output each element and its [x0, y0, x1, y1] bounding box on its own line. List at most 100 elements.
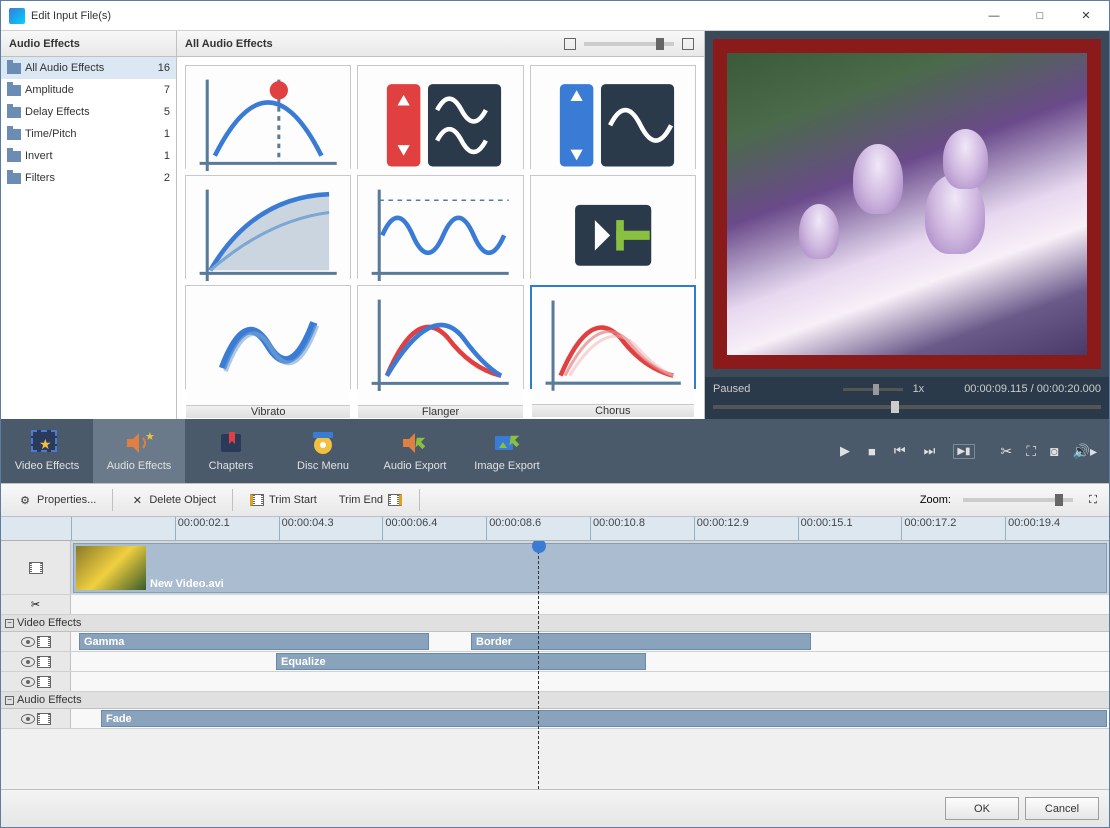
- effect-amplify[interactable]: Amplify: [185, 65, 351, 169]
- tab-label: Video Effects: [15, 460, 79, 472]
- trim-start-button[interactable]: Trim Start: [241, 488, 325, 512]
- effects-header-label: All Audio Effects: [185, 38, 273, 50]
- main-toolbar: ★ Video Effects ★ Audio Effects Chapters…: [1, 419, 1109, 483]
- flanger-thumb: [358, 286, 522, 405]
- title-bar: Edit Input File(s) ― □ ✕: [1, 1, 1109, 31]
- view-small-icon[interactable]: [564, 38, 576, 50]
- seek-bar[interactable]: [705, 401, 1109, 419]
- ok-button[interactable]: OK: [945, 797, 1019, 820]
- volume-button[interactable]: 🔊▸: [1073, 443, 1097, 460]
- effect-vibrato[interactable]: Vibrato: [185, 285, 351, 389]
- folder-icon: [7, 63, 21, 74]
- track-area: New Video.avi ✂ −Video Effects Gamma Bor…: [1, 541, 1109, 789]
- video-track-head: [1, 541, 71, 594]
- speed-slider[interactable]: [843, 388, 903, 391]
- effect-normalize[interactable]: Normalize: [357, 175, 523, 279]
- loop-button[interactable]: ▶▮: [953, 444, 974, 459]
- fx-track-head: [1, 709, 71, 728]
- effect-track[interactable]: Gamma Border: [71, 632, 1109, 651]
- dialog-footer: OK Cancel: [1, 789, 1109, 827]
- gamma-clip[interactable]: Gamma: [79, 633, 429, 650]
- category-delay-effects[interactable]: Delay Effects 5: [1, 101, 176, 123]
- tab-video-effects[interactable]: ★ Video Effects: [1, 419, 93, 483]
- eye-icon[interactable]: [21, 657, 35, 667]
- eye-icon[interactable]: [21, 637, 35, 647]
- play-button[interactable]: ▶: [840, 443, 850, 459]
- tab-audio-export[interactable]: Audio Export: [369, 419, 461, 483]
- category-filters[interactable]: Filters 2: [1, 167, 176, 189]
- maximize-button[interactable]: □: [1017, 1, 1063, 31]
- fade-thumb: [186, 176, 350, 295]
- preview-video[interactable]: [713, 39, 1101, 369]
- cut-track[interactable]: [71, 595, 1109, 614]
- folder-icon: [7, 85, 21, 96]
- tab-chapters[interactable]: Chapters: [185, 419, 277, 483]
- eye-icon[interactable]: [21, 677, 35, 687]
- view-large-icon[interactable]: [682, 38, 694, 50]
- prev-frame-button[interactable]: ⏮: [894, 443, 906, 459]
- thumbnail-size-slider[interactable]: [584, 42, 674, 46]
- video-clip[interactable]: New Video.avi: [73, 543, 1107, 593]
- next-frame-button[interactable]: ⏭: [924, 443, 936, 459]
- tab-label: Image Export: [474, 460, 539, 472]
- audio-export-icon: [399, 430, 431, 456]
- snapshot-button[interactable]: ◙: [1050, 443, 1058, 459]
- video-track[interactable]: New Video.avi: [71, 541, 1109, 595]
- time-ruler[interactable]: 00:00:02.1 00:00:04.3 00:00:06.4 00:00:0…: [1, 517, 1109, 541]
- preview-tools: ✂ ⛶ ◙ 🔊▸: [989, 419, 1109, 483]
- effect-label: Chorus: [532, 404, 694, 417]
- category-time-pitch[interactable]: Time/Pitch 1: [1, 123, 176, 145]
- stop-button[interactable]: ■: [868, 444, 876, 459]
- clip-label: New Video.avi: [150, 578, 224, 590]
- effect-track[interactable]: Equalize: [71, 652, 1109, 671]
- fullscreen-button[interactable]: ⛶: [1026, 443, 1036, 460]
- amplify-thumb: [186, 66, 350, 185]
- timeline-zoom-slider[interactable]: [963, 498, 1073, 502]
- folder-icon: [7, 173, 21, 184]
- disc-icon: [307, 430, 339, 456]
- effect-silence[interactable]: Silence: [530, 175, 696, 279]
- fade-clip[interactable]: Fade: [101, 710, 1107, 727]
- effect-expander[interactable]: Expander: [530, 65, 696, 169]
- window-title: Edit Input File(s): [31, 10, 971, 22]
- tab-label: Chapters: [209, 460, 254, 472]
- speed-label: 1x: [913, 383, 925, 395]
- effect-track[interactable]: Fade: [71, 709, 1109, 728]
- delete-icon: ✕: [129, 492, 145, 508]
- minimize-button[interactable]: ―: [971, 1, 1017, 31]
- folder-icon: [7, 129, 21, 140]
- effect-chorus[interactable]: Chorus: [530, 285, 696, 389]
- folder-icon: [7, 151, 21, 162]
- close-button[interactable]: ✕: [1063, 1, 1109, 31]
- cancel-button[interactable]: Cancel: [1025, 797, 1099, 820]
- audio-effects-section[interactable]: −Audio Effects: [1, 692, 1109, 709]
- delete-object-button[interactable]: ✕ Delete Object: [121, 488, 224, 512]
- trim-end-button[interactable]: Trim End: [331, 488, 411, 512]
- tab-label: Disc Menu: [297, 460, 349, 472]
- film-icon: [29, 562, 43, 574]
- eye-icon[interactable]: [21, 714, 35, 724]
- tab-audio-effects[interactable]: ★ Audio Effects: [93, 419, 185, 483]
- effect-fade[interactable]: Fade: [185, 175, 351, 279]
- app-icon: [9, 8, 25, 24]
- cut-button[interactable]: ✂: [1001, 443, 1013, 460]
- gear-icon: ⚙: [17, 492, 33, 508]
- tab-label: Audio Effects: [107, 460, 172, 472]
- tab-disc-menu[interactable]: Disc Menu: [277, 419, 369, 483]
- category-all-audio-effects[interactable]: All Audio Effects 16: [1, 57, 176, 79]
- fit-zoom-icon[interactable]: ⛶: [1085, 492, 1101, 508]
- video-effects-section[interactable]: −Video Effects: [1, 615, 1109, 632]
- playhead[interactable]: [538, 541, 539, 789]
- expander-thumb: [531, 66, 695, 185]
- effect-compressor[interactable]: Compressor: [357, 65, 523, 169]
- effect-track[interactable]: [71, 672, 1109, 691]
- effect-label: Flanger: [358, 405, 522, 418]
- tab-image-export[interactable]: Image Export: [461, 419, 553, 483]
- border-clip[interactable]: Border: [471, 633, 811, 650]
- film-icon: [37, 636, 51, 648]
- category-amplitude[interactable]: Amplitude 7: [1, 79, 176, 101]
- equalize-clip[interactable]: Equalize: [276, 653, 646, 670]
- properties-button[interactable]: ⚙ Properties...: [9, 488, 104, 512]
- category-invert[interactable]: Invert 1: [1, 145, 176, 167]
- effect-flanger[interactable]: Flanger: [357, 285, 523, 389]
